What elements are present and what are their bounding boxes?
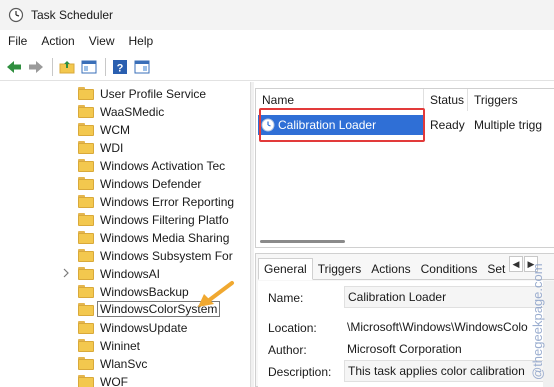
toolbar-separator — [105, 57, 106, 76]
task-triggers: Multiple trigg — [474, 118, 543, 132]
pane-splitter[interactable] — [250, 82, 254, 387]
tab-conditions[interactable]: Conditions — [416, 258, 483, 280]
tree-item-label: Windows Error Reporting — [100, 195, 235, 209]
folder-icon — [78, 213, 94, 226]
folder-icon — [78, 303, 94, 316]
name-field[interactable]: Calibration Loader — [344, 286, 544, 308]
menu-help[interactable]: Help — [123, 32, 160, 50]
show-hide-action-pane-icon[interactable] — [132, 57, 152, 77]
general-properties: Name: Calibration Loader Location: \Micr… — [258, 281, 554, 387]
tree-item[interactable]: User Profile Service — [0, 84, 250, 104]
horizontal-scrollbar[interactable] — [258, 237, 553, 247]
tree-item-label: WindowsBackup — [100, 285, 189, 299]
folder-icon — [78, 267, 94, 280]
tree-item-label: WCM — [100, 123, 130, 137]
scrollbar-thumb[interactable] — [260, 240, 345, 243]
title-bar: Task Scheduler — [0, 0, 554, 30]
folder-icon — [78, 195, 94, 208]
column-header-status[interactable]: Status — [424, 89, 468, 111]
tree-item[interactable]: Wininet — [0, 336, 250, 356]
chevron-right-icon[interactable] — [62, 268, 72, 280]
task-library-tree: User Profile Service WaaSMedic WCM WDI W… — [0, 82, 250, 387]
tree-item[interactable]: Windows Subsystem For — [0, 246, 250, 266]
folder-icon — [78, 321, 94, 334]
tree-item-label: Windows Activation Tec — [100, 159, 226, 173]
help-icon[interactable]: ? — [110, 57, 130, 77]
watermark: @thegeekpage.com — [530, 263, 545, 380]
tree-item[interactable]: WaaSMedic — [0, 102, 250, 122]
folder-icon — [78, 249, 94, 262]
task-status: Ready — [430, 118, 465, 132]
tree-item[interactable]: Windows Filtering Platfo — [0, 210, 250, 230]
tree-item[interactable]: WindowsUpdate — [0, 318, 250, 338]
toolbar: ? — [0, 53, 554, 81]
tree-item[interactable]: WlanSvc — [0, 354, 250, 374]
folder-icon — [78, 123, 94, 136]
tab-general[interactable]: General — [258, 258, 313, 280]
task-details-pane: General Triggers Actions Conditions Set … — [255, 253, 554, 387]
tree-item-label: User Profile Service — [100, 87, 207, 101]
forward-arrow-icon[interactable] — [26, 57, 46, 77]
back-arrow-icon[interactable] — [4, 57, 24, 77]
tree-item-label: WOF — [100, 375, 128, 387]
toolbar-separator — [52, 57, 53, 76]
up-folder-icon[interactable] — [57, 57, 77, 77]
folder-icon — [78, 231, 94, 244]
svg-text:?: ? — [117, 62, 124, 74]
tree-item[interactable]: Windows Activation Tec — [0, 156, 250, 176]
location-label: Location: — [268, 321, 317, 335]
tab-actions[interactable]: Actions — [366, 258, 415, 280]
tab-scroll-left-icon[interactable]: ◀ — [509, 256, 523, 272]
tree-item[interactable]: WCM — [0, 120, 250, 140]
menu-file[interactable]: File — [2, 32, 33, 50]
tree-item[interactable]: WOF — [0, 372, 250, 387]
tree-item-label: Windows Subsystem For — [100, 249, 233, 263]
tree-item-label: Wininet — [100, 339, 141, 353]
highlight-box — [259, 108, 425, 142]
tree-item-label: WindowsAI — [100, 267, 161, 281]
tree-item-label: WlanSvc — [100, 357, 148, 371]
tree-item-label: Windows Defender — [100, 177, 202, 191]
tree-item-label: WDI — [100, 141, 124, 155]
folder-icon — [78, 375, 94, 387]
show-hide-console-tree-icon[interactable] — [79, 57, 99, 77]
tree-item-label: Windows Filtering Platfo — [100, 213, 229, 227]
task-scheduler-clock-icon — [8, 7, 24, 23]
location-value: \Microsoft\Windows\WindowsColo — [347, 320, 528, 334]
column-header-triggers[interactable]: Triggers — [468, 89, 554, 111]
tree-item[interactable]: Windows Defender — [0, 174, 250, 194]
tree-item[interactable]: Windows Media Sharing — [0, 228, 250, 248]
folder-icon — [78, 141, 94, 154]
tree-item-label: Windows Media Sharing — [100, 231, 230, 245]
tree-item[interactable]: WDI — [0, 138, 250, 158]
folder-icon — [78, 285, 94, 298]
tree-item-label: WaaSMedic — [100, 105, 165, 119]
folder-icon — [78, 339, 94, 352]
tab-settings[interactable]: Set — [482, 258, 510, 280]
menu-action[interactable]: Action — [35, 32, 80, 50]
tree-item[interactable]: Windows Error Reporting — [0, 192, 250, 212]
folder-icon — [78, 159, 94, 172]
folder-icon — [78, 177, 94, 190]
annotation-arrow-icon — [198, 281, 234, 307]
author-value: Microsoft Corporation — [347, 342, 462, 356]
folder-icon — [78, 357, 94, 370]
author-label: Author: — [268, 343, 307, 357]
tab-triggers[interactable]: Triggers — [313, 258, 367, 280]
menu-view[interactable]: View — [83, 32, 121, 50]
window-title: Task Scheduler — [31, 8, 114, 22]
name-label: Name: — [268, 291, 304, 305]
folder-icon — [78, 105, 94, 118]
description-label: Description: — [268, 365, 332, 379]
folder-icon — [78, 87, 94, 100]
description-field[interactable]: This task applies color calibration — [344, 360, 544, 382]
tree-item-label: WindowsUpdate — [100, 321, 188, 335]
menu-bar: File Action View Help — [0, 30, 554, 52]
